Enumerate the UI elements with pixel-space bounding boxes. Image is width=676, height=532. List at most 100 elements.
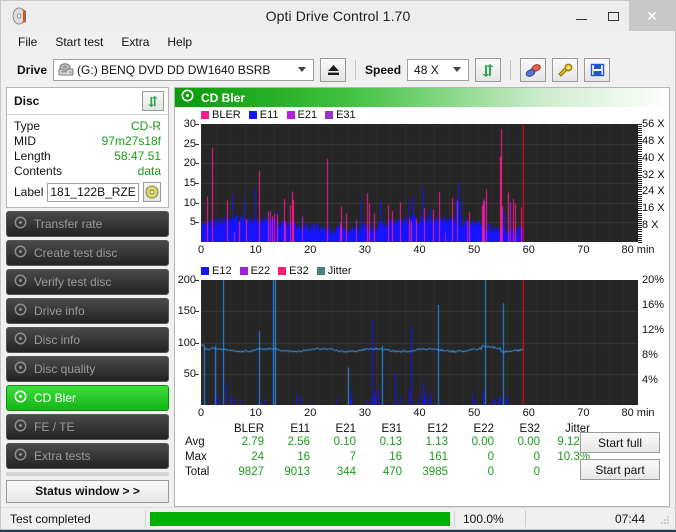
- y2-tick-label: 56 X: [642, 118, 665, 130]
- legend-label: E22: [250, 265, 271, 277]
- close-button[interactable]: ✕: [629, 1, 675, 31]
- max-e11: 16: [297, 451, 310, 463]
- maximize-button[interactable]: [597, 1, 629, 31]
- avg-e31: 0.13: [379, 436, 402, 448]
- speed-select[interactable]: 48 X: [407, 59, 470, 81]
- sidebar-item-transfer-rate[interactable]: Transfer rate: [6, 211, 169, 237]
- sidebar-item-fe-te[interactable]: FE / TE: [6, 414, 169, 440]
- sidebar-item-verify-test-disc[interactable]: Verify test disc: [6, 269, 169, 295]
- total-e12: 3985: [422, 466, 448, 478]
- disc-label-button[interactable]: [142, 182, 161, 202]
- start-part-button[interactable]: Start part: [580, 459, 660, 480]
- chevron-down-icon: [298, 67, 307, 72]
- menu-file[interactable]: File: [10, 33, 45, 51]
- disc-icon: [14, 419, 27, 435]
- menu-help[interactable]: Help: [159, 33, 200, 51]
- y2-tick-label: 32 X: [642, 168, 665, 181]
- disc-row-length: Length 58:47.51: [14, 149, 161, 164]
- x-tick-label: 20: [304, 407, 317, 419]
- tools-button[interactable]: [552, 58, 579, 82]
- bler-error-plot[interactable]: [201, 124, 638, 242]
- erase-disc-icon: [525, 63, 541, 77]
- start-full-button[interactable]: Start full: [580, 432, 660, 453]
- resize-grip-icon[interactable]: [659, 513, 671, 525]
- disc-panel-header: Disc: [7, 88, 168, 115]
- jitter-plot-x-axis: 0 10 20 30 40 50 60 70 80 min: [198, 406, 655, 420]
- legend-label: E32: [289, 265, 309, 277]
- disc-contents-value: data: [137, 164, 161, 178]
- table-row: Avg 2.79 2.56 0.10 0.13 1.13 0.00 0.00 9…: [183, 435, 595, 450]
- menu-bar: File Start test Extra Help: [1, 31, 675, 53]
- eject-button[interactable]: [320, 58, 347, 82]
- status-window-button[interactable]: Status window > >: [6, 480, 169, 503]
- minimize-button[interactable]: [565, 1, 597, 31]
- legend-label: E21: [297, 109, 318, 121]
- avg-e32: 0.00: [517, 436, 540, 448]
- chart-legend-top: BLER E11 E21 E31: [201, 109, 360, 121]
- total-e32: 0: [533, 466, 540, 478]
- disc-icon: [14, 274, 27, 290]
- eject-icon: [327, 65, 339, 75]
- save-button[interactable]: [584, 58, 611, 82]
- y2-tick-label: 24 X: [642, 185, 665, 198]
- jitter-plot[interactable]: [201, 280, 638, 405]
- menu-start-test[interactable]: Start test: [47, 33, 111, 51]
- max-e31: 16: [389, 451, 402, 463]
- erase-disc-button[interactable]: [520, 58, 547, 82]
- y2-tick-label: 16%: [642, 299, 665, 311]
- row-label-avg: Avg: [185, 436, 205, 448]
- jitter-plot-y-axis: 50 100 150 200: [175, 274, 199, 405]
- sidebar-item-create-test-disc[interactable]: Create test disc: [6, 240, 169, 266]
- save-icon: [590, 63, 604, 77]
- refresh-button[interactable]: [475, 58, 502, 82]
- sidebar-item-label: FE / TE: [34, 420, 75, 434]
- x-tick-label: 60: [522, 244, 535, 256]
- sidebar-item-disc-quality[interactable]: Disc quality: [6, 356, 169, 382]
- sidebar-item-drive-info[interactable]: Drive info: [6, 298, 169, 324]
- y2-tick-label: 48 X: [642, 134, 665, 147]
- total-e11: 9013: [284, 466, 310, 478]
- table-row: Total 9827 9013 344 470 3985 0 0: [183, 465, 595, 480]
- toolbar-divider: [355, 60, 357, 80]
- menu-extra[interactable]: Extra: [113, 33, 157, 51]
- window-controls: ✕: [565, 1, 675, 31]
- col-rowlabel: [183, 423, 221, 435]
- legend-item-e32: E32: [278, 265, 309, 277]
- col-e32: E32: [519, 423, 540, 435]
- total-e21: 344: [336, 466, 356, 478]
- col-e11: E11: [290, 423, 310, 435]
- statistics-table: BLER E11 E21 E31 E12 E22 E32 Jitter Avg …: [183, 423, 595, 480]
- y2-tick-label: 16 X: [642, 202, 665, 215]
- status-text: Test completed: [10, 511, 91, 526]
- x-tick-label: 80 min: [621, 407, 655, 419]
- legend-item-e22: E22: [239, 265, 271, 277]
- y-tick-label: 150: [177, 305, 196, 318]
- max-e12: 161: [428, 451, 448, 463]
- col-e22: E22: [473, 423, 494, 435]
- total-bler: 9827: [238, 466, 264, 478]
- disc-row-type: Type CD-R: [14, 119, 161, 134]
- legend-label: BLER: [212, 109, 241, 121]
- disc-icon: [14, 390, 27, 406]
- disc-label-input[interactable]: 181_122B_RZE: [47, 182, 139, 202]
- legend-item-jitter: Jitter: [316, 265, 352, 277]
- drive-select[interactable]: (G:) BENQ DVD DD DW1640 BSRB: [53, 59, 315, 81]
- sidebar-item-label: Extra tests: [34, 449, 91, 463]
- disc-length-value: 58:47.51: [114, 149, 161, 163]
- bler-plot-y2-axis: 8 X 16 X 24 X 32 X 40 X 48 X 56 X: [638, 118, 676, 243]
- sidebar-item-cd-bler[interactable]: CD Bler: [6, 385, 169, 411]
- y2-tick-label: 8 X: [642, 219, 659, 232]
- chart-legend-bottom: E12 E22 E32 Jitter: [201, 265, 356, 277]
- disc-row-mid: MID 97m27s18f: [14, 134, 161, 149]
- disc-refresh-button[interactable]: [142, 91, 164, 111]
- drive-label: Drive: [17, 63, 48, 77]
- disc-label-caption: Label: [14, 185, 44, 199]
- disc-icon: [14, 303, 27, 319]
- legend-label: Jitter: [327, 265, 352, 277]
- sidebar-item-disc-info[interactable]: Disc info: [6, 327, 169, 353]
- disc-length-label: Length: [14, 149, 51, 163]
- avg-e12: 1.13: [425, 436, 448, 448]
- disc-info-panel: Disc Type CD-R MID 97m27s18f Length 58:4…: [6, 87, 169, 208]
- sidebar-item-extra-tests[interactable]: Extra tests: [6, 443, 169, 469]
- col-bler: BLER: [233, 423, 264, 435]
